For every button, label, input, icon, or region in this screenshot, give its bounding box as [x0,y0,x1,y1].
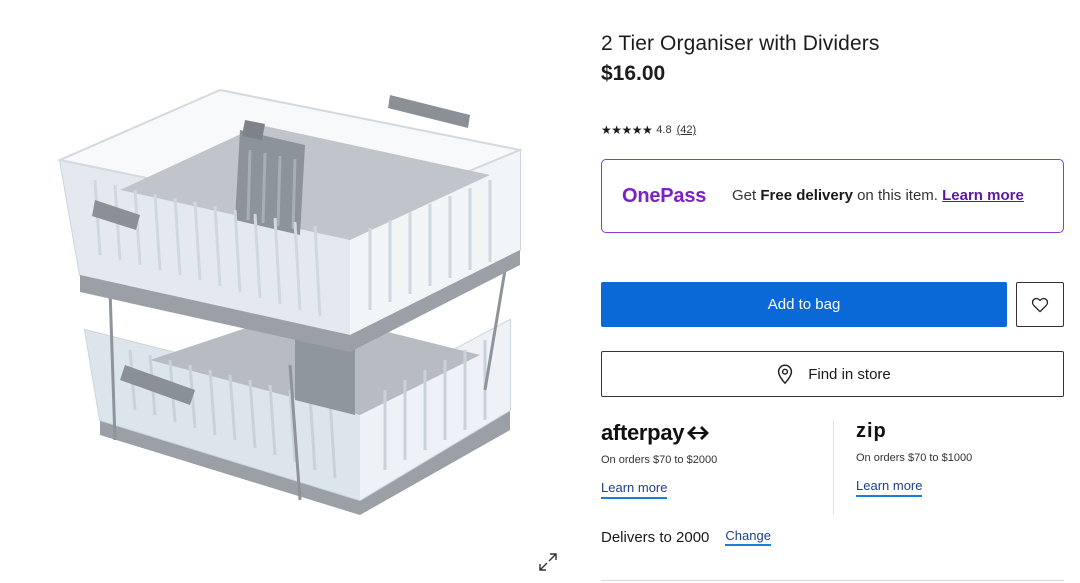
onepass-message: Get Free delivery on this item. Learn mo… [732,188,1032,204]
afterpay-learn-more-link[interactable]: Learn more [601,480,668,499]
afterpay-arrows-icon [687,426,710,440]
zip-note: On orders $70 to $1000 [856,452,973,464]
onepass-text-bold: Free delivery [760,187,853,204]
product-rating: ★★★★★ 4.8 (42) [601,123,696,137]
find-in-store-button[interactable]: Find in store [601,351,1064,397]
rating-value: 4.8 [656,124,672,136]
afterpay-logo-text: afterpay [601,420,685,445]
onepass-text-suffix: on this item. [852,187,943,204]
onepass-text-prefix: Get [732,187,761,204]
product-image[interactable] [40,60,540,550]
location-pin-icon [778,364,793,385]
expand-icon[interactable] [536,550,560,574]
payment-divider [833,420,834,515]
review-count-link[interactable]: (42) [677,124,697,136]
add-to-bag-button[interactable]: Add to bag [601,282,1007,327]
delivery-location: Delivers to 2000 [601,528,710,546]
onepass-logo: OnePass [622,184,707,207]
rating-stars: ★★★★★ [601,123,653,137]
heart-icon [1031,297,1049,312]
afterpay-note: On orders $70 to $2000 [601,454,718,466]
wishlist-button[interactable] [1016,282,1064,327]
product-details: 2 Tier Organiser with Dividers $16.00 ★★… [601,0,1064,583]
section-divider [601,580,1064,581]
product-image-gallery [0,0,580,583]
delivery-info: Delivers to 2000 Change [601,528,771,546]
zip-learn-more-link[interactable]: Learn more [856,478,923,497]
afterpay-logo: afterpay [601,418,831,448]
product-price: $16.00 [601,62,666,85]
change-postcode-link[interactable]: Change [725,528,771,546]
find-in-store-label: Find in store [808,365,891,383]
zip-logo: zip [856,419,887,442]
onepass-learn-more-link[interactable]: Learn more [942,187,1024,204]
onepass-banner: OnePass Get Free delivery on this item. … [601,159,1064,233]
zip-section: zip On orders $70 to $1000 Learn more [856,418,1056,497]
product-title: 2 Tier Organiser with Dividers [601,32,880,55]
afterpay-section: afterpay On orders $70 to $2000 Learn mo… [601,418,831,499]
